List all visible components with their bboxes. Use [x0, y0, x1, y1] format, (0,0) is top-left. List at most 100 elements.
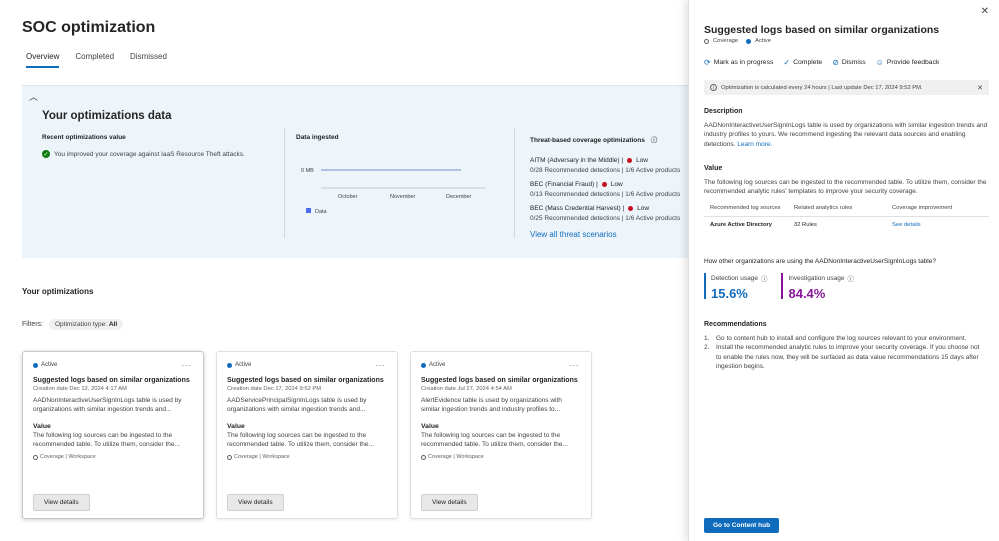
panel-tags: Coverage Active [704, 38, 771, 44]
close-icon[interactable]: ✕ [977, 84, 983, 92]
card-date: Creation date Jul 27, 2024 4:54 AM [421, 386, 512, 392]
tab-overview[interactable]: Overview [26, 52, 60, 68]
filter-value: All [108, 321, 118, 328]
table-row: Azure Active Directory 32 Rules See deta… [704, 217, 989, 233]
complete-button[interactable]: ✓ Complete [783, 58, 822, 67]
checkmark-icon: ✓ [783, 58, 791, 67]
threat-stats: 0/28 Recommended detections | 1/6 Active… [530, 167, 681, 174]
data-ingested-chart: Data ingested 0 MB October November Dece… [296, 134, 506, 234]
legend-swatch [306, 208, 311, 213]
column-header: Recommended log sources [710, 205, 781, 211]
view-details-button[interactable]: View details [421, 494, 478, 511]
panel-tag-coverage: Coverage [713, 38, 739, 44]
tab-completed[interactable]: Completed [75, 52, 114, 68]
card-tags: Coverage | Workspace [428, 454, 484, 460]
optimization-type-filter[interactable]: Optimization type: All [49, 319, 124, 330]
card-value-heading: Value [33, 423, 51, 430]
info-text: Optimization is calculated every 24 hour… [721, 84, 923, 91]
optimization-card[interactable]: Active ··· Suggested logs based on simil… [22, 351, 204, 519]
recent-optimizations: Recent optimizations value ✓ You improve… [42, 134, 282, 158]
recommendation-text: Go to content hub to install and configu… [716, 335, 967, 342]
card-tags: Coverage | Workspace [234, 454, 290, 460]
divider [284, 128, 285, 238]
risk-dot-icon [627, 158, 633, 163]
card-title: Suggested logs based on similar organiza… [227, 377, 384, 384]
filter-label: Optimization type: [55, 321, 108, 328]
x-tick-label: October [338, 194, 358, 200]
go-to-content-hub-button[interactable]: Go to Content hub [704, 518, 780, 533]
card-description: AADNonInteractiveUserSignInLogs table is… [33, 397, 182, 413]
card-title: Suggested logs based on similar organiza… [33, 377, 190, 384]
panel-tag-status: Active [755, 38, 771, 44]
column-header: Coverage improvement [892, 205, 953, 211]
more-options-icon[interactable]: ··· [182, 361, 192, 370]
page-title: SOC optimization [22, 19, 156, 36]
learn-more-link[interactable]: Learn more. [737, 141, 772, 148]
status-dot-icon [421, 362, 426, 368]
coverage-icon [704, 38, 709, 44]
recent-heading: Recent optimizations value [42, 134, 126, 141]
feedback-icon: ☺ [875, 58, 884, 67]
optimization-card[interactable]: Active ··· Suggested logs based on simil… [410, 351, 592, 519]
main-area: SOC optimization Overview Completed Dism… [0, 0, 690, 541]
view-details-button[interactable]: View details [33, 494, 90, 511]
see-details-link[interactable]: See details [892, 222, 982, 228]
recommendations-list: 1. Go to content hub to install and confi… [704, 334, 986, 372]
table-cell: Azure Active Directory [710, 222, 772, 228]
threat-name: AITM (Adversary in the Middle) | [530, 157, 624, 164]
tab-dismissed[interactable]: Dismissed [130, 52, 167, 68]
list-item: 1. Go to content hub to install and confi… [704, 335, 967, 342]
filters-label: Filters: [22, 321, 43, 328]
dismiss-button[interactable]: ⊘ Dismiss [832, 58, 866, 67]
threat-item[interactable]: BEC (Mass Credential Harvest) | Low 0/25 … [530, 205, 690, 222]
table-cell: 32 Rules [794, 222, 817, 228]
optimization-card[interactable]: Active ··· Suggested logs based on simil… [216, 351, 398, 519]
threat-heading-text: Threat-based coverage optimizations [530, 137, 645, 144]
card-value: The following log sources can be ingeste… [421, 432, 568, 448]
metric-value: 84.4% [788, 286, 826, 301]
metric-label: Detection usage [711, 274, 758, 282]
recent-message: You improved your coverage against IaaS … [54, 150, 245, 158]
threat-level: Low [610, 181, 623, 188]
threat-item[interactable]: AITM (Adversary in the Middle) | Low 0/28… [530, 157, 690, 174]
recommendation-text: Install the recommended analytic rules t… [716, 344, 980, 371]
filters-bar: Filters: Optimization type: All [22, 319, 124, 330]
coverage-icon [421, 454, 426, 460]
more-options-icon[interactable]: ··· [570, 361, 580, 370]
info-icon[interactable]: ⓘ [651, 137, 658, 144]
threat-item[interactable]: BEC (Financial Fraud) | Low 0/13 Recommen… [530, 181, 690, 198]
refresh-icon: ⟳ [704, 58, 711, 67]
close-icon[interactable]: ✕ [981, 6, 989, 17]
threat-coverage: Threat-based coverage optimizations ⓘ AI… [530, 134, 690, 239]
mark-in-progress-button[interactable]: ⟳ Mark as in progress [704, 58, 773, 67]
more-options-icon[interactable]: ··· [376, 361, 386, 370]
y-tick-label: 0 MB [301, 168, 314, 174]
card-description: AADServicePrincipalSignInLogs table is u… [227, 397, 367, 413]
detection-usage: Detection usage ⓘ 15.6% [704, 273, 768, 301]
coverage-icon [227, 454, 232, 460]
card-status: Active [429, 362, 446, 368]
view-all-threats-link[interactable]: View all threat scenarios [530, 230, 690, 239]
your-optimizations-heading: Your optimizations [22, 287, 94, 296]
chevron-up-icon[interactable]: ︿ [29, 90, 38, 103]
provide-feedback-button[interactable]: ☺ Provide feedback [876, 58, 940, 67]
value-text: The following log sources can be ingeste… [704, 179, 987, 196]
view-details-button[interactable]: View details [227, 494, 284, 511]
info-icon[interactable]: ⓘ [848, 273, 855, 283]
tab-bar: Overview Completed Dismissed [26, 52, 167, 68]
action-label: Dismiss [841, 59, 866, 66]
x-tick-label: November [390, 194, 416, 200]
x-tick-label: December [446, 194, 472, 200]
investigation-usage: Investigation usage ⓘ 84.4% [781, 273, 855, 301]
metric-value: 15.6% [711, 286, 748, 301]
list-item: 2. Install the recommended analytic rules… [704, 343, 986, 371]
info-icon[interactable]: ⓘ [761, 273, 768, 283]
action-label: Complete [793, 59, 823, 66]
info-icon: i [710, 84, 717, 91]
log-sources-table: Recommended log sources Related analytic… [704, 200, 989, 233]
ingested-chart-svg: 0 MB October November December Data [301, 168, 486, 215]
checkmark-icon: ✓ [42, 150, 50, 158]
recent-message-row: ✓ You improved your coverage against Iaa… [42, 150, 282, 158]
usage-metrics: Detection usage ⓘ 15.6% Investigation usa… [704, 273, 855, 301]
threat-level: Low [636, 157, 649, 164]
